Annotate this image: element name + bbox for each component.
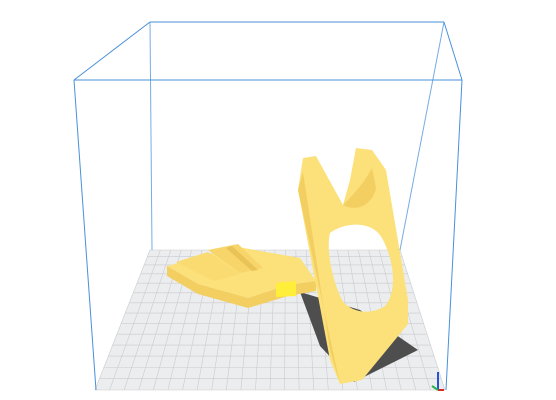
3d-viewport[interactable] [0,0,556,400]
scene-canvas[interactable] [0,0,556,400]
support-block [276,281,296,297]
